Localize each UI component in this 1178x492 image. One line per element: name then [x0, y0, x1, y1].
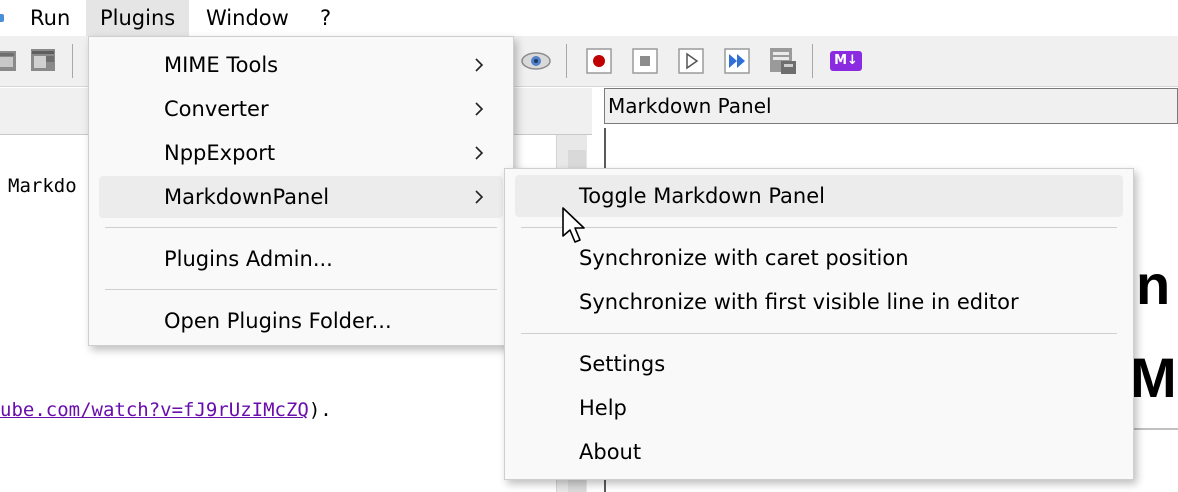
- toolbar-separator: [566, 44, 567, 78]
- menu-run[interactable]: Run: [16, 0, 84, 36]
- preview-heading-fragment: M: [1130, 346, 1177, 409]
- menu-item-plugins-admin[interactable]: Plugins Admin...: [99, 238, 503, 280]
- close-all-icon[interactable]: [28, 45, 60, 77]
- editor-link[interactable]: ube.com/watch?v=fJ9rUzIMcZQ: [0, 399, 309, 421]
- menu-bar: Run Plugins Window ?: [0, 0, 1178, 36]
- menu-item-open-plugins-folder[interactable]: Open Plugins Folder...: [99, 300, 503, 342]
- menu-window[interactable]: Window: [192, 0, 303, 36]
- chevron-right-icon: [475, 58, 484, 72]
- chevron-right-icon: [475, 146, 484, 160]
- menu-item-sync-caret[interactable]: Synchronize with caret position: [515, 237, 1123, 279]
- menu-item-label: Plugins Admin...: [164, 247, 333, 271]
- menu-item-label: About: [579, 440, 642, 464]
- preview-heading-fragment: n: [1136, 253, 1171, 316]
- menu-item-label: MIME Tools: [164, 53, 279, 77]
- menu-item-settings[interactable]: Settings: [515, 343, 1123, 385]
- chevron-right-icon: [475, 102, 484, 116]
- menu-item-label: NppExport: [164, 141, 276, 165]
- menu-item-label: Synchronize with first visible line in e…: [579, 290, 1019, 314]
- editor-line: ube.com/watch?v=fJ9rUzIMcZQ).: [0, 399, 332, 421]
- menu-separator: [521, 227, 1117, 228]
- markdown-panel-title: Markdown Panel: [604, 88, 1178, 124]
- editor-line: Markdo: [8, 175, 77, 197]
- menu-item-sync-first-visible-line[interactable]: Synchronize with first visible line in e…: [515, 281, 1123, 323]
- menu-separator: [105, 289, 497, 290]
- menu-item-label: Toggle Markdown Panel: [579, 184, 825, 208]
- menu-item-label: Converter: [164, 97, 269, 121]
- save-macro-icon[interactable]: [767, 45, 799, 77]
- plugins-menu: MIME Tools Converter NppExport MarkdownP…: [88, 36, 514, 346]
- preview-rule: [1132, 428, 1178, 430]
- close-icon[interactable]: [0, 45, 22, 77]
- menu-fragment-icon: [0, 14, 4, 22]
- menu-item-mime-tools[interactable]: MIME Tools: [99, 44, 503, 86]
- menu-separator: [521, 333, 1117, 334]
- menu-item-markdownpanel[interactable]: MarkdownPanel: [99, 176, 503, 218]
- menu-separator: [105, 227, 497, 228]
- menu-item-label: Open Plugins Folder...: [164, 309, 392, 333]
- toolbar-separator: [72, 44, 73, 78]
- menu-item-label: Synchronize with caret position: [579, 246, 909, 270]
- record-macro-icon[interactable]: [583, 45, 615, 77]
- eye-icon[interactable]: [520, 45, 552, 77]
- menu-plugins[interactable]: Plugins: [86, 0, 190, 36]
- menu-item-label: Settings: [579, 352, 666, 376]
- markdown-icon[interactable]: M↓: [830, 51, 862, 71]
- toolbar-separator: [812, 44, 813, 78]
- chevron-right-icon: [475, 190, 484, 204]
- menu-item-converter[interactable]: Converter: [99, 88, 503, 130]
- editor-line-tail: ).: [308, 399, 332, 421]
- mouse-cursor-icon: [562, 207, 585, 243]
- menu-item-about[interactable]: About: [515, 431, 1123, 473]
- stop-recording-icon[interactable]: [629, 45, 661, 77]
- play-macro-icon[interactable]: [675, 45, 707, 77]
- run-macro-multiple-icon[interactable]: [721, 45, 753, 77]
- menu-item-label: Help: [579, 396, 627, 420]
- menu-item-nppexport[interactable]: NppExport: [99, 132, 503, 174]
- menu-item-toggle-markdown-panel[interactable]: Toggle Markdown Panel: [515, 175, 1123, 217]
- menu-item-label: MarkdownPanel: [164, 185, 330, 209]
- menu-item-help[interactable]: Help: [515, 387, 1123, 429]
- markdownpanel-submenu: Toggle Markdown Panel Synchronize with c…: [504, 168, 1134, 480]
- menu-help[interactable]: ?: [306, 0, 345, 36]
